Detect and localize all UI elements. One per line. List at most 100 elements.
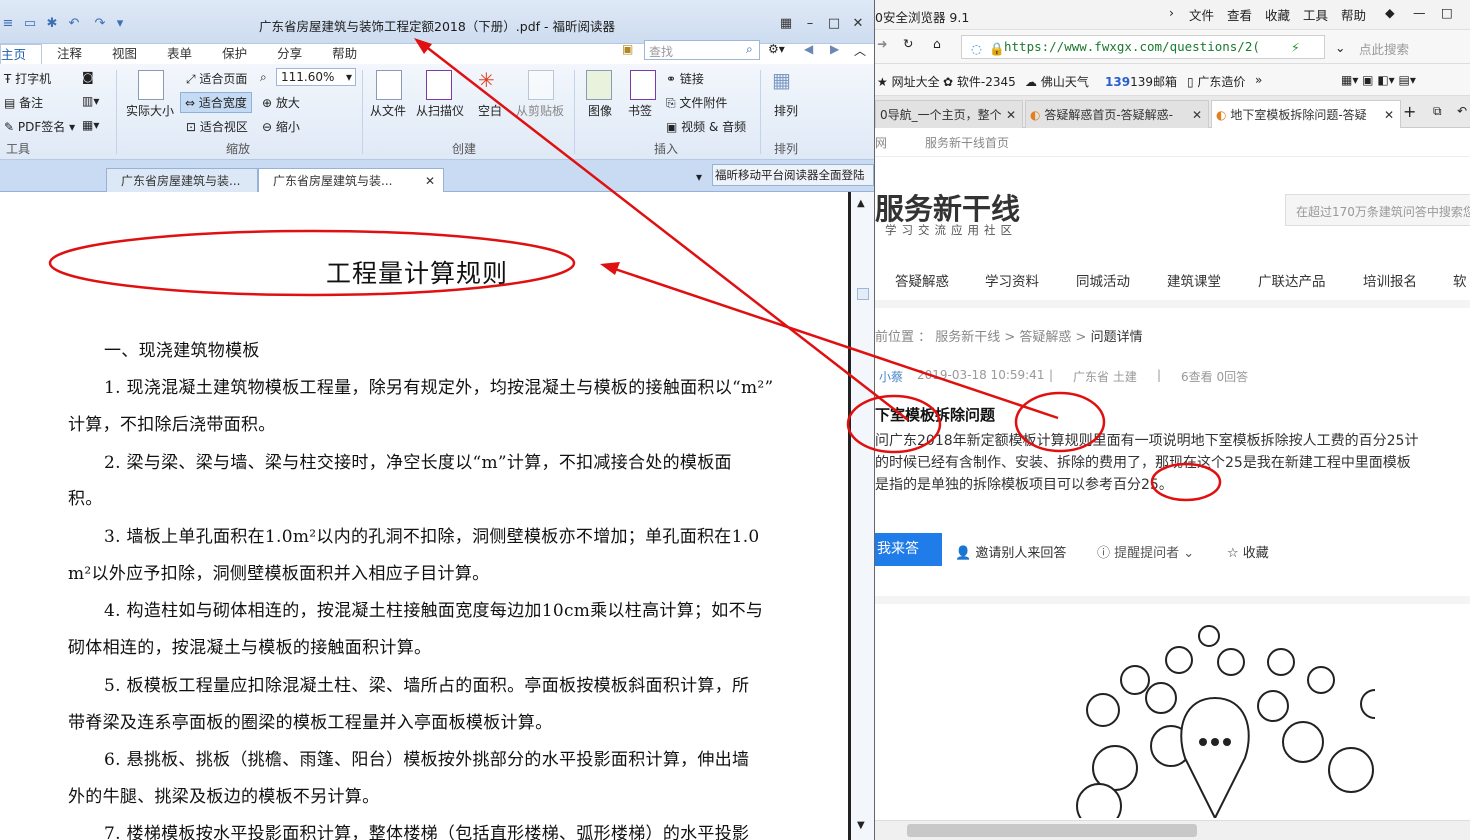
from-file-button[interactable]: 从文件 [370, 102, 406, 119]
bookmark-button[interactable]: 书签 [628, 102, 652, 119]
invite-button[interactable]: 👤 邀请别人来回答 [955, 542, 1066, 561]
attachment-button[interactable]: ⎘ 文件附件 [666, 94, 727, 111]
fit-page-button[interactable]: ⤢ 适合页面 [186, 70, 247, 87]
answer-button[interactable]: 我来答 [875, 533, 942, 566]
favorite-button[interactable]: ☆ 收藏 [1227, 542, 1269, 561]
bookmark-item[interactable]: ✿ 软件-2345 [943, 73, 1016, 90]
browser-tab[interactable]: 0导航_一个主页，整个 ✕ [875, 100, 1023, 128]
zoom-in-button[interactable]: ⊕ 放大 [262, 94, 300, 111]
forward-icon[interactable]: ➜ [877, 36, 887, 51]
nav-item[interactable]: 学习资料 [985, 270, 1039, 290]
bookmark-item[interactable]: 139139邮箱 [1105, 73, 1177, 90]
promo-banner[interactable]: 福昕移动平台阅读器全面登陆 [712, 164, 874, 186]
maximize-button[interactable]: □ [826, 16, 842, 32]
nav-item[interactable]: 同城活动 [1076, 270, 1130, 290]
tab-view[interactable]: 视图 [97, 44, 152, 64]
collapse-ribbon-icon[interactable]: ︿ [854, 42, 866, 59]
menu-view[interactable]: 查看 [1227, 5, 1252, 24]
close-tab-icon[interactable]: ✕ [1192, 101, 1202, 128]
top-link[interactable]: 服务新干线首页 [925, 134, 1009, 151]
close-tab-icon[interactable]: ✕ [1006, 101, 1016, 128]
from-file-icon [376, 70, 402, 100]
next-icon[interactable]: ▶ [830, 42, 839, 56]
clipboard-icon[interactable]: ▥▾ [82, 94, 99, 108]
prev-icon[interactable]: ◀ [804, 42, 813, 56]
minimize-button[interactable]: — [1413, 5, 1426, 20]
home-icon[interactable]: ⌂ [933, 36, 941, 51]
image-button[interactable]: 图像 [588, 102, 612, 119]
arrange-button[interactable]: 排列 [774, 102, 798, 119]
blank-button[interactable]: 空白 [478, 102, 502, 119]
nav-item[interactable]: 培训报名 [1363, 270, 1417, 290]
note-button[interactable]: ▤ 备注 [4, 94, 43, 111]
fit-width-button[interactable]: ⇔ 适合宽度 [180, 92, 252, 113]
menu-help[interactable]: 帮助 [1341, 5, 1366, 24]
scroll-thumb[interactable] [857, 288, 869, 300]
minimize-button[interactable]: – [802, 16, 818, 32]
typewriter-button[interactable]: Ŧ 打字机 [4, 70, 51, 87]
zoom-out-button[interactable]: ⊖ 缩小 [262, 118, 300, 135]
browser-hscrollbar[interactable] [875, 820, 1470, 840]
fit-area-button[interactable]: ⊡ 适合视区 [186, 118, 248, 135]
refresh-icon[interactable]: ↻ [903, 36, 913, 51]
scroll-thumb[interactable] [907, 824, 1197, 837]
maximize-button[interactable]: □ [1441, 5, 1453, 20]
tab-help[interactable]: 帮助 [317, 44, 372, 64]
chevron-down-icon[interactable]: ⌄ [1335, 40, 1345, 55]
close-tab-icon[interactable]: ✕ [425, 169, 435, 193]
tab-list-icon[interactable]: ▾ [696, 170, 702, 184]
menu-tools[interactable]: 工具 [1303, 5, 1328, 24]
browser-search-input[interactable]: 点此搜索 [1353, 35, 1470, 59]
text-line: 1. 现浇混凝土建筑物模板工程量，除另有规定外，均按混凝土与模板的接触面积以“m… [104, 378, 774, 398]
nav-item[interactable]: 软 [1453, 270, 1467, 290]
skin-icon[interactable]: ◆ [1385, 5, 1395, 20]
from-clipboard-button[interactable]: 从剪贴板 [516, 102, 564, 119]
tab-form[interactable]: 表单 [152, 44, 207, 64]
pdf-scrollbar[interactable]: ▲ ▼ [848, 192, 874, 840]
browser-tab[interactable]: ◐ 答疑解惑首页-答疑解惑- ✕ [1025, 100, 1209, 128]
author-link[interactable]: 小蔡 [879, 368, 903, 385]
menu-file[interactable]: 文件 [1189, 5, 1214, 24]
nav-item[interactable]: 答疑解惑 [895, 270, 949, 290]
top-link[interactable]: 网 [875, 134, 887, 151]
tab-home[interactable]: 主页 [0, 44, 43, 64]
url-input[interactable]: https://www.fwxgx.com/questions/2( [961, 35, 1325, 59]
zoom-select[interactable]: 111.60% ▾ [276, 68, 356, 86]
bolt-icon[interactable]: ⚡ [1291, 40, 1300, 55]
bookmark-item[interactable]: ▯ 广东造价 [1187, 73, 1245, 90]
nav-item[interactable]: 广联达产品 [1258, 270, 1326, 290]
tab-protect[interactable]: 保护 [207, 44, 262, 64]
doc-tab-active[interactable]: 广东省房屋建筑与装... ✕ [258, 168, 444, 192]
close-button[interactable]: ✕ [850, 16, 866, 32]
video-audio-button[interactable]: ▣ 视频 & 音频 [666, 118, 746, 135]
actual-size-button[interactable]: 实际大小 [126, 102, 174, 119]
stamp-icon[interactable]: ▦▾ [82, 118, 99, 132]
undo-icon[interactable]: ↶ [1457, 104, 1467, 118]
pdf-sign-button[interactable]: ✎ PDF签名 ▾ [4, 118, 75, 135]
doc-tab[interactable]: 广东省房屋建筑与装... [106, 168, 258, 192]
link-button[interactable]: ⚭ 链接 [666, 70, 704, 87]
bookmark-item[interactable]: ☁ 佛山天气 [1025, 73, 1089, 90]
folder-search-icon[interactable]: ▣ [622, 42, 633, 56]
from-scanner-button[interactable]: 从扫描仪 [416, 102, 464, 119]
scroll-up-icon[interactable]: ▲ [857, 198, 865, 209]
new-tab-icon[interactable]: + [1403, 102, 1416, 121]
close-tab-icon[interactable]: ✕ [1384, 101, 1394, 128]
grid-icon[interactable]: ▦ [778, 16, 794, 32]
camera-icon[interactable]: ◙ [82, 70, 94, 84]
site-search-input[interactable]: 在超过170万条建筑问答中搜索您 [1285, 194, 1470, 226]
search-icon[interactable]: ⌕ [746, 42, 753, 57]
browser-tab-active[interactable]: ◐ 地下室模板拆除问题-答疑 ✕ [1211, 100, 1401, 128]
search-input[interactable]: 查找 [644, 40, 760, 60]
scroll-down-icon[interactable]: ▼ [857, 820, 865, 831]
remind-button[interactable]: ⓘ 提醒提问者 ⌄ [1097, 542, 1194, 561]
tab-comment[interactable]: 注释 [42, 44, 97, 64]
apps-icon[interactable]: ▦▾ ▣ ◧▾ ▤▾ [1341, 73, 1416, 87]
settings-icon[interactable]: ⚙▾ [768, 42, 785, 56]
more-bookmarks-icon[interactable]: » [1255, 73, 1262, 87]
bookmark-item[interactable]: ★ 网址大全 [877, 73, 940, 90]
tab-share[interactable]: 分享 [262, 44, 317, 64]
menu-favorites[interactable]: 收藏 [1265, 5, 1290, 24]
nav-item[interactable]: 建筑课堂 [1167, 270, 1221, 290]
restore-tab-icon[interactable]: ⧉ [1433, 104, 1442, 119]
